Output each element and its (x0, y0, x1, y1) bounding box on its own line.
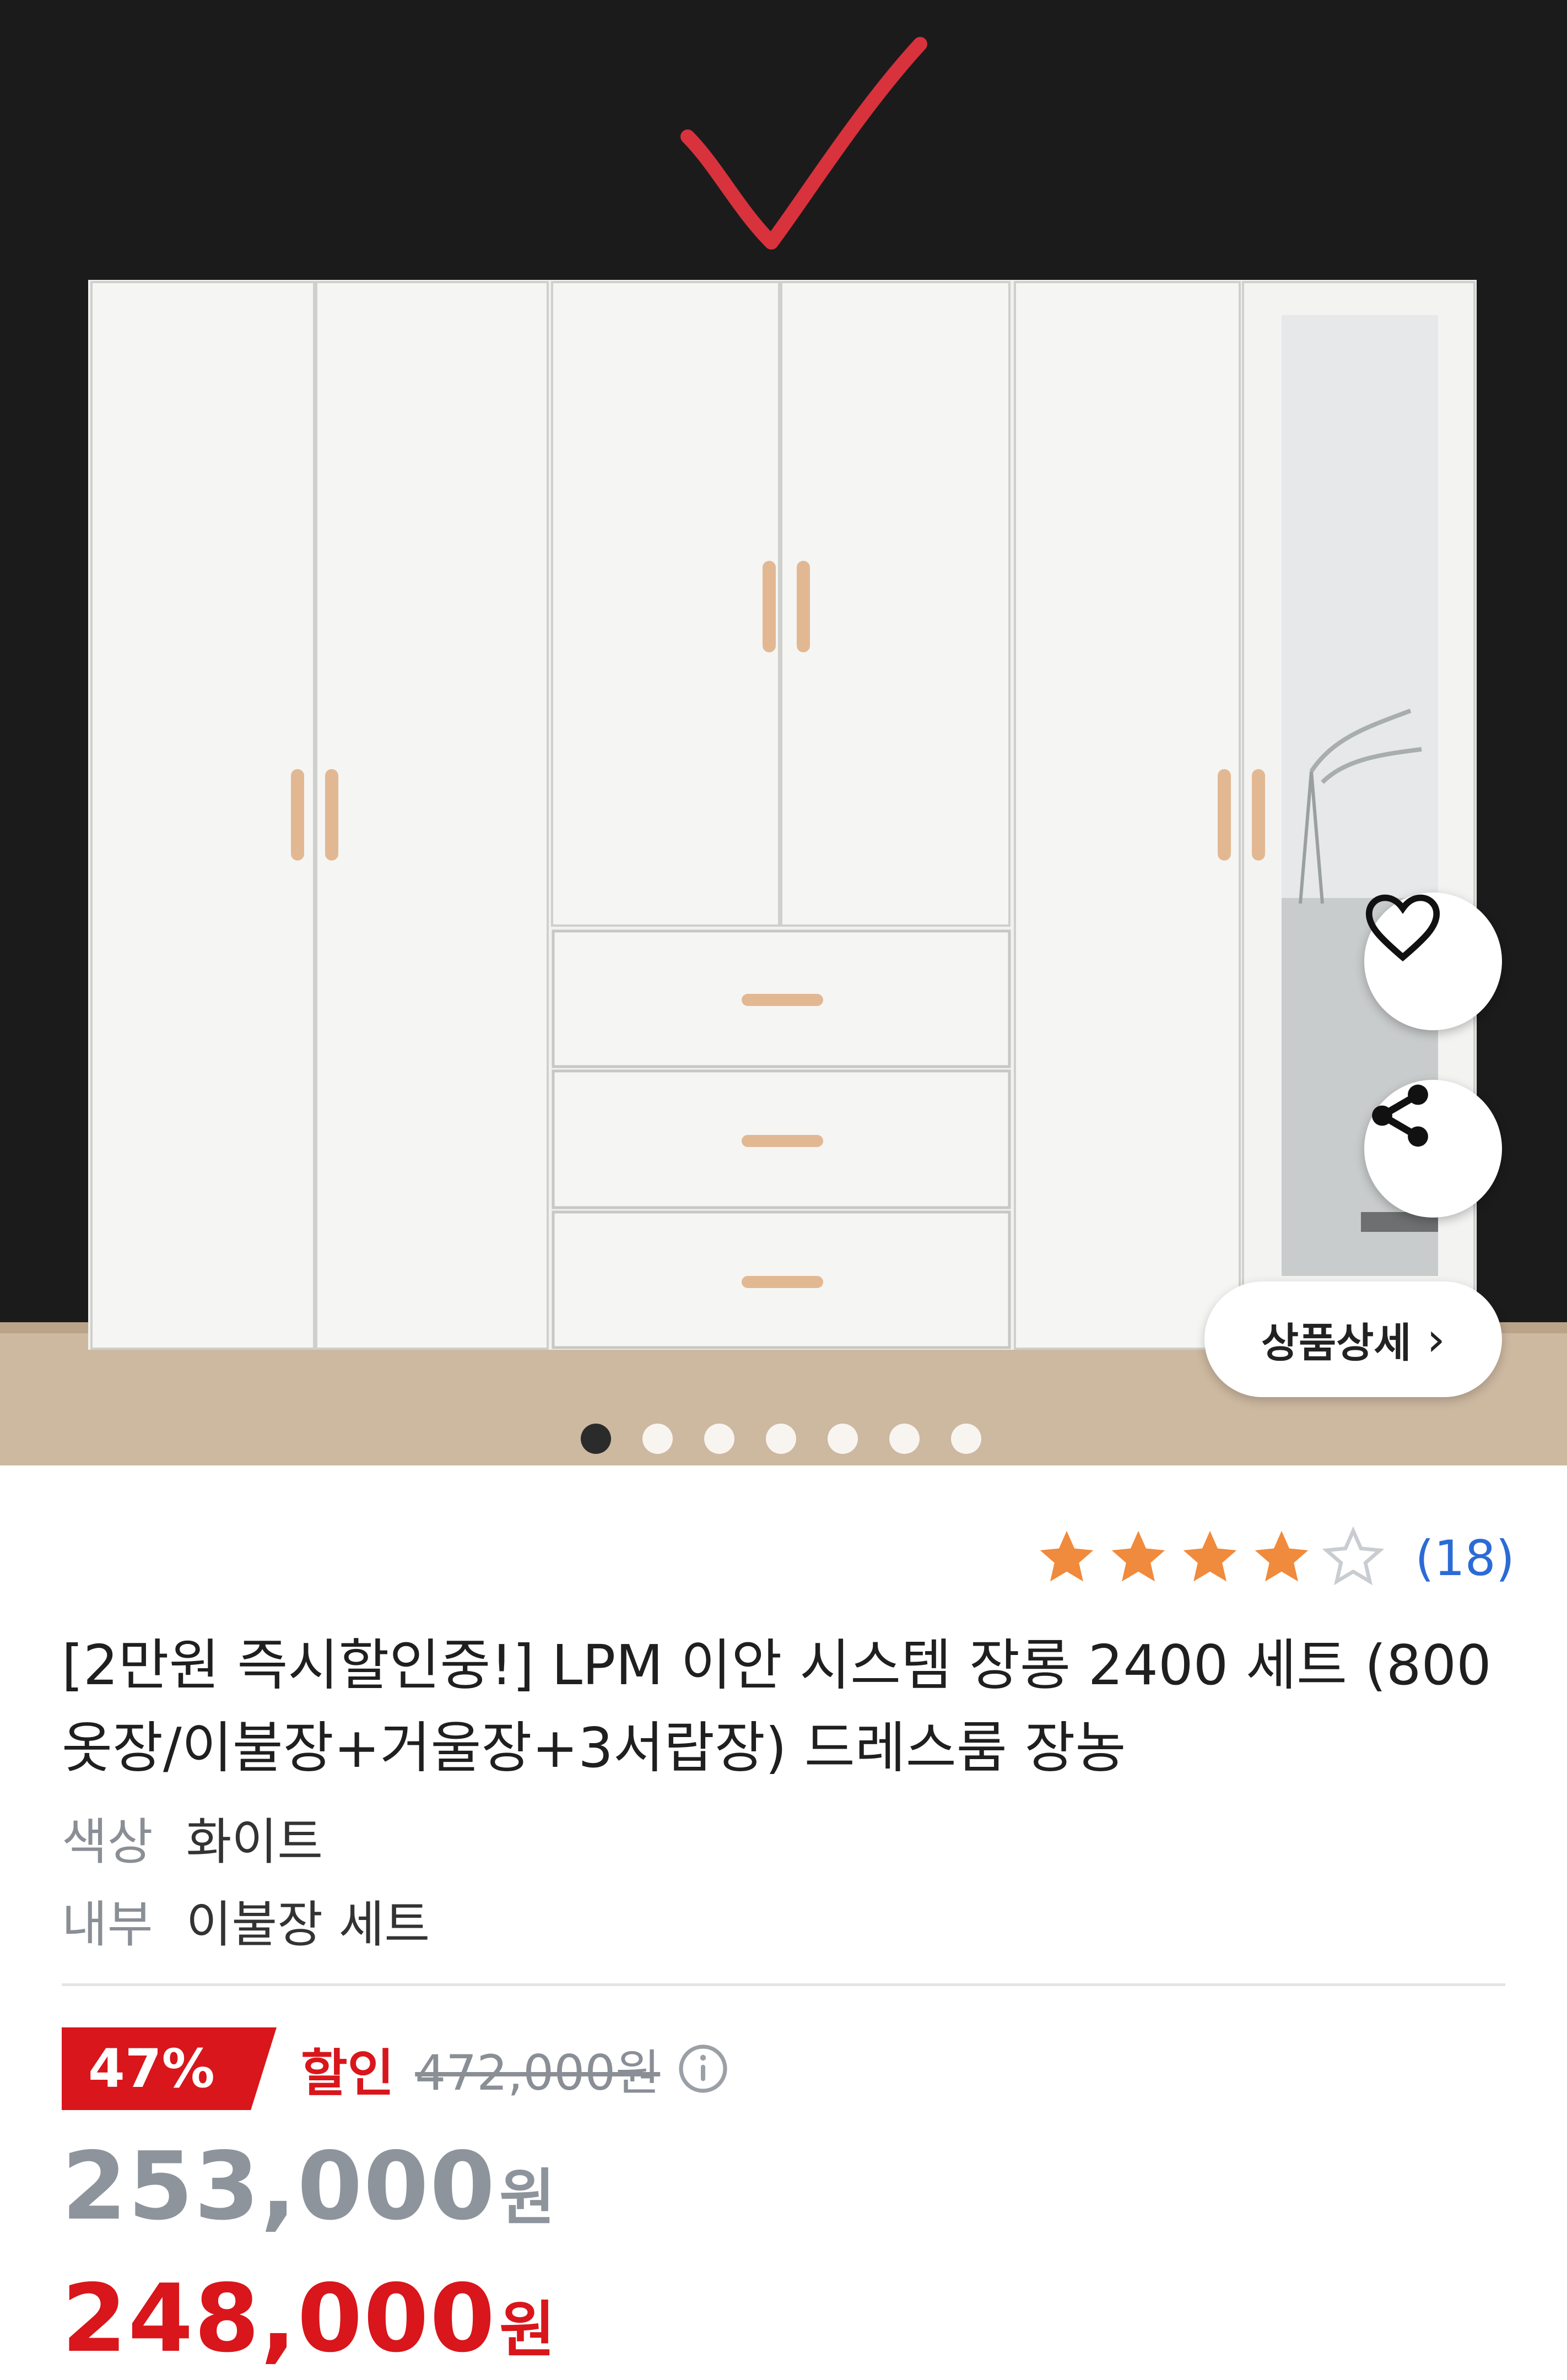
info-icon[interactable] (677, 2042, 730, 2095)
final-price-value: 248,000 (62, 2264, 496, 2373)
share-icon (1372, 1084, 1428, 1147)
chevron-right-icon: › (1426, 1312, 1445, 1366)
final-price: 248,000 원 (62, 2264, 555, 2373)
star-filled-icon (1255, 1530, 1309, 1582)
rating[interactable]: (18) (1035, 1526, 1515, 1590)
sale-price-currency: 원 (499, 2162, 555, 2233)
star-rating (1035, 1526, 1385, 1590)
product-title: [2만원 즉시할인중!] LPM 이안 시스템 장롱 2400 세트 (800옷… (62, 1633, 1492, 1780)
product-page: 상품상세 › (18) [2만원 즉시할인중!] LPM 이안 시스템 장롱 2… (0, 0, 1567, 2380)
wishlist-button[interactable] (1364, 892, 1502, 1030)
divider (62, 1983, 1505, 1986)
discount-row: 47% 할인 472,000원 (62, 2027, 730, 2110)
sale-price-value: 253,000 (62, 2132, 496, 2241)
option-interior: 내부 이불장 세트 (62, 1884, 430, 1956)
product-detail-button[interactable]: 상품상세 › (1204, 1281, 1502, 1397)
review-count[interactable]: (18) (1415, 1530, 1515, 1587)
product-detail-label: 상품상세 (1261, 1319, 1412, 1367)
discount-badge: 47% (62, 2027, 277, 2110)
heart-icon (1365, 894, 1440, 962)
original-price: 472,000원 (415, 2044, 661, 2101)
share-button[interactable] (1364, 1080, 1502, 1218)
star-empty-icon (1322, 1526, 1385, 1586)
option-color: 색상 화이트 (62, 1802, 323, 1873)
carousel-dot[interactable] (766, 1424, 796, 1454)
option-value: 화이트 (186, 1813, 323, 1871)
star-filled-icon (1184, 1530, 1237, 1582)
sale-price: 253,000 원 (62, 2132, 555, 2241)
wardrobe-photo (0, 37, 1567, 1465)
product-image[interactable]: 상품상세 › (0, 0, 1567, 1465)
carousel-dot[interactable] (642, 1424, 673, 1454)
option-label: 내부 (62, 1896, 153, 1954)
discount-label: 할인 (301, 2043, 395, 2103)
star-filled-icon (1112, 1530, 1165, 1582)
carousel-dot[interactable] (828, 1424, 858, 1454)
carousel-dot[interactable] (704, 1424, 734, 1454)
carousel-dot[interactable] (951, 1424, 981, 1454)
carousel-dot[interactable] (581, 1424, 611, 1454)
carousel-dot[interactable] (889, 1424, 920, 1454)
option-value: 이불장 세트 (186, 1896, 430, 1954)
final-price-currency: 원 (499, 2295, 555, 2365)
star-filled-icon (1040, 1530, 1094, 1582)
carousel-indicator[interactable] (581, 1424, 981, 1454)
option-label: 색상 (62, 1813, 153, 1871)
